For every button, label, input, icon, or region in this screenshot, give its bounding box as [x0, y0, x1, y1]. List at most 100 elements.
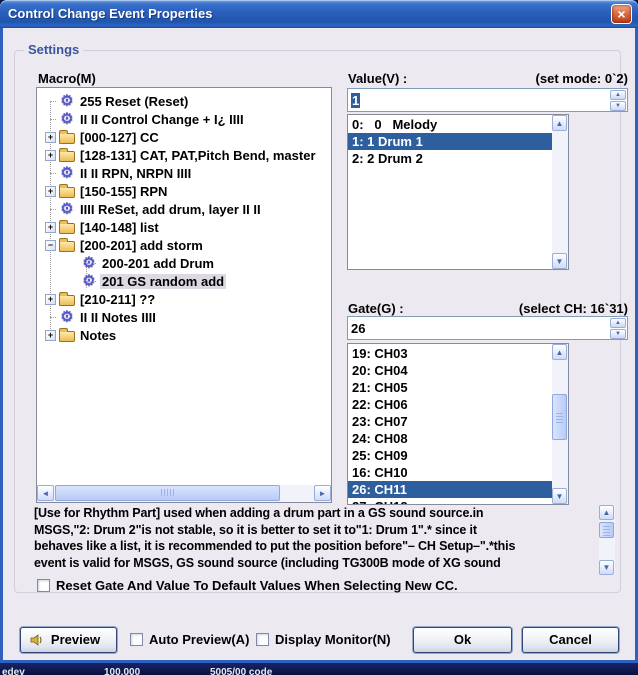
- tree-item-label: Notes: [78, 328, 118, 343]
- tree-item[interactable]: ⚙II II RPN, NRPN IIII: [37, 164, 331, 182]
- preview-button[interactable]: Preview: [20, 627, 117, 653]
- auto-preview-checkbox[interactable]: [130, 633, 143, 646]
- folder-icon: [59, 295, 75, 306]
- list-item[interactable]: 24: CH08: [348, 430, 552, 447]
- statusbar-text-fragment: edev: [2, 667, 25, 675]
- tree-item[interactable]: ⚙IIII ReSet, add drum, layer II II: [37, 200, 331, 218]
- folder-icon: [59, 223, 75, 234]
- titlebar[interactable]: Control Change Event Properties ×: [0, 0, 638, 28]
- list-item[interactable]: 23: CH07: [348, 413, 552, 430]
- value-scrollbar[interactable]: ▲ ▼: [552, 115, 568, 269]
- description-line: [Use for Rhythm Part] used when adding a…: [34, 505, 596, 522]
- scrollbar-grip: [556, 411, 563, 423]
- scrollbar-thumb[interactable]: [552, 394, 567, 440]
- expand-plus-icon[interactable]: +: [45, 294, 56, 305]
- description-scrollbar[interactable]: ▲ ▼: [599, 505, 615, 575]
- tree-item[interactable]: ⚙255 Reset (Reset): [37, 92, 331, 110]
- tree-item[interactable]: + [000-127] CC: [37, 128, 331, 146]
- expand-plus-icon[interactable]: +: [45, 186, 56, 197]
- tree-item-label: [000-127] CC: [78, 130, 161, 145]
- scrollbar-grip: [161, 489, 175, 496]
- tree-item[interactable]: + [140-148] list: [37, 218, 331, 236]
- ok-button[interactable]: Ok: [413, 627, 512, 653]
- gear-icon: ⚙: [59, 93, 75, 109]
- close-button[interactable]: ×: [611, 4, 632, 24]
- list-item[interactable]: 21: CH05: [348, 379, 552, 396]
- tree-item[interactable]: ⚙201 GS random add: [37, 272, 331, 290]
- list-item[interactable]: 0: 0 Melody: [348, 116, 552, 133]
- scrollbar-thumb[interactable]: [599, 522, 614, 538]
- tree-item[interactable]: +[150-155] RPN: [37, 182, 331, 200]
- description-line: behaves like a list, it is recommended t…: [34, 538, 596, 555]
- tree-item-label: [140-148] list: [78, 220, 161, 235]
- scroll-down-button[interactable]: ▼: [552, 488, 567, 504]
- macro-tree[interactable]: ⚙255 Reset (Reset)⚙II II Control Change …: [36, 87, 332, 503]
- gate-spin-edit[interactable]: 26 ▲ ▼: [347, 316, 628, 340]
- value-spin-edit[interactable]: 1 ▲ ▼: [347, 88, 628, 112]
- dialog-title: Control Change Event Properties: [8, 0, 212, 27]
- scrollbar-grip: [603, 524, 610, 536]
- collapse-minus-icon[interactable]: −: [45, 240, 56, 251]
- expand-plus-icon[interactable]: +: [45, 150, 56, 161]
- scroll-left-button[interactable]: ◄: [37, 485, 54, 501]
- display-monitor-label: Display Monitor(N): [275, 632, 391, 647]
- gear-icon: ⚙: [59, 165, 75, 181]
- scrollbar-thumb[interactable]: [55, 485, 280, 501]
- scroll-down-button[interactable]: ▼: [552, 253, 567, 269]
- tree-item-label: II II RPN, NRPN IIII: [78, 166, 193, 181]
- reset-defaults-checkbox[interactable]: [37, 579, 50, 592]
- folder-icon: [59, 187, 75, 198]
- macro-tree-rows: ⚙255 Reset (Reset)⚙II II Control Change …: [37, 92, 331, 485]
- list-item[interactable]: 22: CH06: [348, 396, 552, 413]
- tree-item[interactable]: ⚙200-201 add Drum: [37, 254, 331, 272]
- gear-icon: ⚙: [59, 201, 75, 217]
- folder-icon: [59, 133, 75, 144]
- list-item[interactable]: 2: 2 Drum 2: [348, 150, 552, 167]
- gate-hint: (select CH: 16`31): [519, 301, 628, 316]
- scroll-up-button[interactable]: ▲: [599, 505, 614, 520]
- list-item[interactable]: 19: CH03: [348, 345, 552, 362]
- background-statusbar: edev 100,000 5005/00 code: [0, 663, 638, 675]
- expand-plus-icon[interactable]: +: [45, 330, 56, 341]
- gear-icon: ⚙: [59, 111, 75, 127]
- list-item[interactable]: 26: CH11: [348, 481, 552, 498]
- cancel-button[interactable]: Cancel: [522, 627, 619, 653]
- gate-scrollbar[interactable]: ▲ ▼: [552, 344, 568, 504]
- list-item[interactable]: 20: CH04: [348, 362, 552, 379]
- tree-item[interactable]: + Notes: [37, 326, 331, 344]
- tree-item[interactable]: +[210-211] ??: [37, 290, 331, 308]
- gear-icon: ⚙: [59, 309, 75, 325]
- expand-plus-icon[interactable]: +: [45, 222, 56, 233]
- tree-item-label: II II Control Change + I¿ IIII: [78, 112, 246, 127]
- scroll-down-button[interactable]: ▼: [599, 560, 614, 575]
- preview-button-label: Preview: [51, 632, 100, 647]
- dialog-control-change-event-properties: Control Change Event Properties × Settin…: [0, 0, 638, 663]
- list-item[interactable]: 1: 1 Drum 1: [348, 133, 552, 150]
- scroll-right-button[interactable]: ►: [314, 485, 331, 501]
- value-listbox[interactable]: 0: 0 Melody1: 1 Drum 12: 2 Drum 2 ▲ ▼: [347, 114, 569, 270]
- spin-up-button[interactable]: ▲: [610, 318, 626, 328]
- scroll-up-button[interactable]: ▲: [552, 115, 567, 131]
- tree-item-label: 255 Reset (Reset): [78, 94, 190, 109]
- macro-label: Macro(M): [38, 71, 96, 86]
- list-item[interactable]: 27: CH12: [348, 498, 552, 504]
- display-monitor-checkbox[interactable]: [256, 633, 269, 646]
- expand-plus-icon[interactable]: +: [45, 132, 56, 143]
- tree-item-label: IIII ReSet, add drum, layer II II: [78, 202, 263, 217]
- list-item[interactable]: 16: CH10: [348, 464, 552, 481]
- tree-item[interactable]: ⚙II II Notes IIII: [37, 308, 331, 326]
- value-label: Value(V) :: [348, 71, 407, 86]
- spin-down-button[interactable]: ▼: [610, 329, 626, 339]
- tree-item[interactable]: +[128-131] CAT, PAT,Pitch Bend, master: [37, 146, 331, 164]
- statusbar-text-fragment: 5005/00 code: [210, 667, 272, 675]
- spin-up-button[interactable]: ▲: [610, 90, 626, 100]
- tree-item[interactable]: ⚙II II Control Change + I¿ IIII: [37, 110, 331, 128]
- tree-item[interactable]: −[200-201] add storm: [37, 236, 331, 254]
- tree-horizontal-scrollbar[interactable]: ◄ ►: [37, 485, 331, 502]
- scroll-up-button[interactable]: ▲: [552, 344, 567, 360]
- spin-down-button[interactable]: ▼: [610, 101, 626, 111]
- statusbar-text-fragment: 100,000: [104, 667, 140, 675]
- gate-spin-text: 26: [351, 319, 365, 338]
- gate-listbox[interactable]: 19: CH0320: CH0421: CH0522: CH0623: CH07…: [347, 343, 569, 505]
- list-item[interactable]: 25: CH09: [348, 447, 552, 464]
